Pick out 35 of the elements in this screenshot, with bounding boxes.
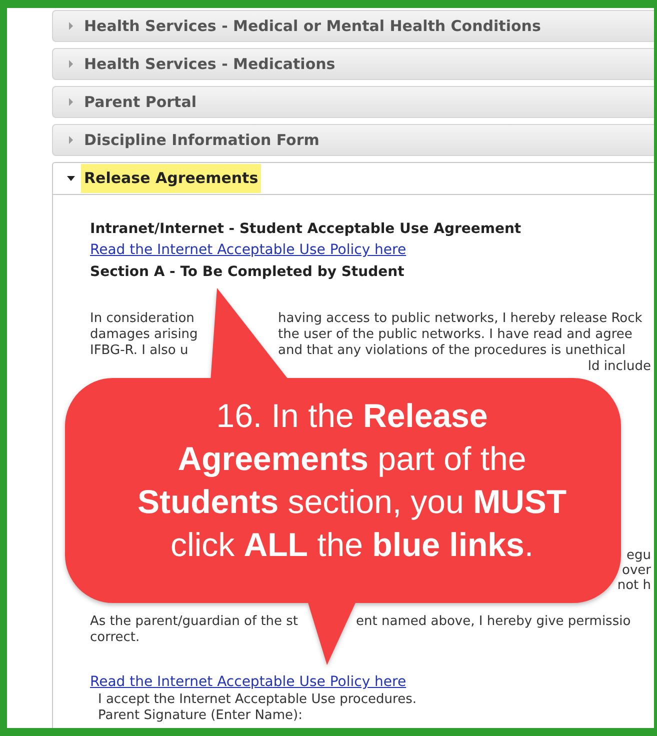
- paragraph-text: correct.: [90, 630, 140, 646]
- caret-down-icon: [67, 174, 75, 182]
- policy-link[interactable]: Read the Internet Acceptable Use Policy here: [90, 672, 406, 692]
- section-title: Release Agreements: [81, 164, 262, 193]
- paragraph-text: ent named above, I hereby give permissio: [356, 614, 631, 630]
- policy-link[interactable]: Read the Internet Acceptable Use Policy here: [90, 239, 406, 261]
- caret-right-icon: [67, 136, 75, 144]
- paragraph-text: As the parent/guardian of the st: [90, 614, 298, 630]
- caret-right-icon: [67, 22, 75, 30]
- paragraph-text: ld include: [588, 359, 651, 375]
- section-title: Health Services - Medical or Mental Health Conditions: [83, 16, 542, 37]
- paragraph-text: In consideration: [90, 311, 196, 327]
- paragraph-text: damages arising: [90, 327, 199, 343]
- signature-label: Parent Signature (Enter Name):: [98, 708, 304, 724]
- section-title: Health Services - Medications: [83, 54, 336, 75]
- paragraph-text: not h: [617, 578, 651, 593]
- section-heading: Section A - To Be Completed by Student: [90, 263, 406, 282]
- paragraph-text: the user of the public networks. I have read and agree: [278, 327, 632, 343]
- paragraph-text: having access to public networks, I hereby release Rock: [278, 311, 642, 327]
- agreement-heading: Intranet/Internet - Student Acceptable Use Agreement: [90, 220, 522, 239]
- accordion-header[interactable]: Health Services - Medications: [52, 48, 654, 80]
- accept-text: I accept the Internet Acceptable Use procedures.: [98, 692, 418, 708]
- accordion-header[interactable]: Health Services - Medical or Mental Health Conditions: [52, 10, 654, 42]
- accordion-header[interactable]: Release Agreements: [52, 162, 654, 195]
- accordion-header[interactable]: Discipline Information Form: [52, 124, 654, 156]
- caret-right-icon: [67, 98, 75, 106]
- callout-text: 16. In the Release Agreements part of the Students section, you MUST click ALL the blue links.: [136, 396, 568, 565]
- paragraph-text: IFBG-R. I also u: [90, 343, 190, 359]
- section-title: Parent Portal: [83, 92, 198, 113]
- paragraph-text: over: [622, 563, 651, 578]
- caret-right-icon: [67, 60, 75, 68]
- accordion-header[interactable]: Parent Portal: [52, 86, 654, 118]
- section-title: Discipline Information Form: [83, 130, 320, 151]
- paragraph-text: egu: [626, 548, 651, 563]
- paragraph-text: and that any violations of the procedures is unethical: [278, 343, 626, 359]
